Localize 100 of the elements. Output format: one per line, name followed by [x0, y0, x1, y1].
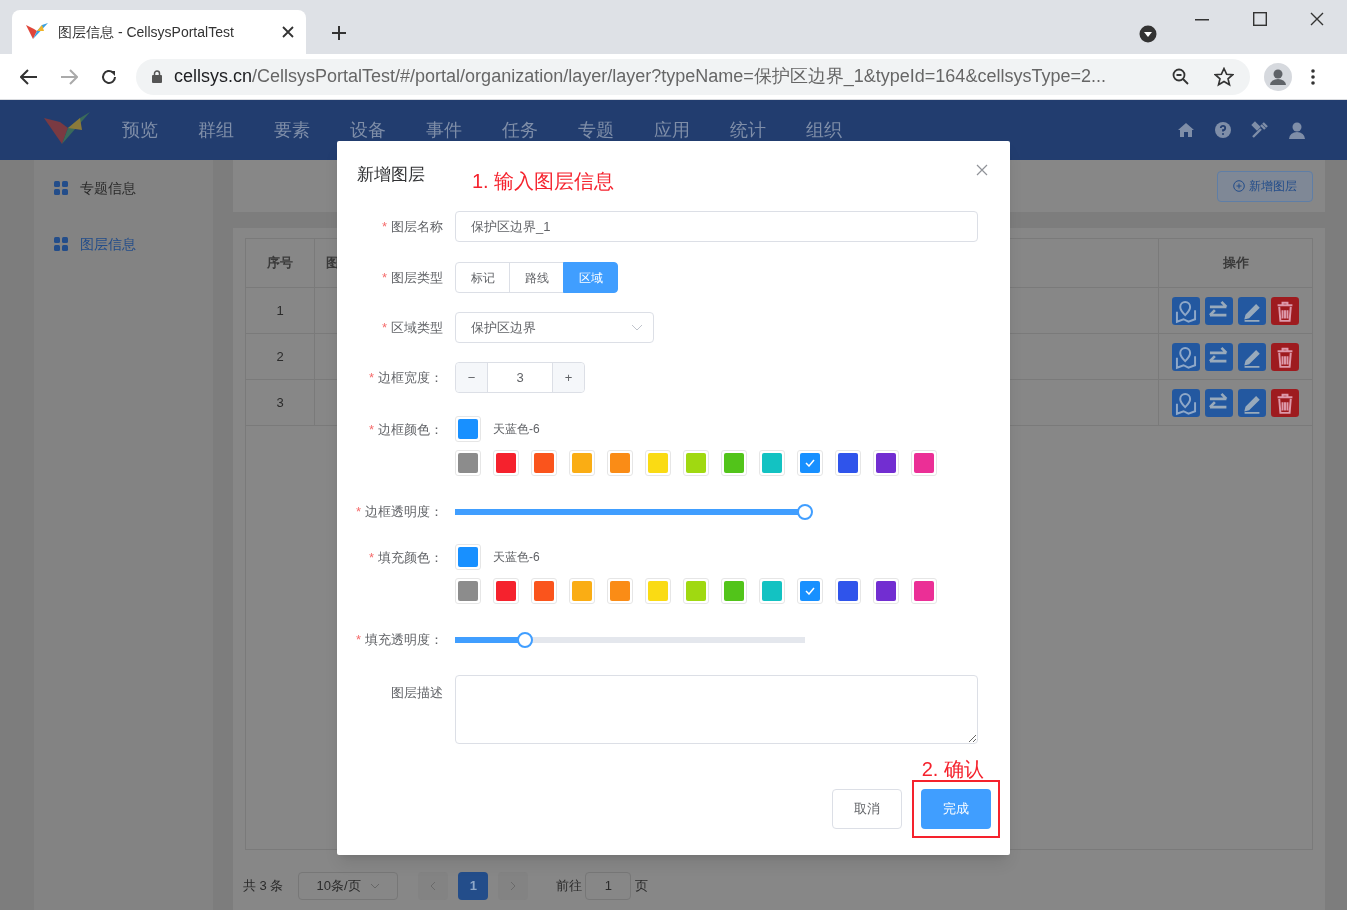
back-icon[interactable] [20, 68, 38, 85]
user-icon[interactable] [1289, 121, 1305, 139]
check-icon [805, 587, 815, 595]
address-bar[interactable]: cellsys.cn/CellsysPortalTest/#/portal/organization/layer/layer?typeName=保护区边界_1&typeId=164&cellsysType=2... [136, 58, 1250, 95]
color-swatch[interactable] [835, 450, 861, 476]
color-swatch[interactable] [607, 450, 633, 476]
nav-item[interactable]: 要素 [274, 116, 310, 144]
color-swatch[interactable] [721, 450, 747, 476]
map-pin-icon[interactable] [1172, 388, 1200, 417]
nav-item[interactable]: 应用 [654, 116, 690, 144]
type-option[interactable]: 路线 [509, 262, 564, 293]
reload-icon[interactable] [100, 67, 118, 86]
table-cell-text: 3 [276, 393, 284, 412]
name-field[interactable]: 保护区边界_1 [455, 211, 978, 242]
color-swatch[interactable] [569, 578, 595, 604]
forward-icon[interactable] [60, 68, 78, 85]
required-mark: * [381, 217, 387, 236]
required-mark: * [368, 549, 374, 567]
color-swatch[interactable] [911, 450, 937, 476]
swap-icon[interactable] [1205, 342, 1233, 371]
map-pin-icon[interactable] [1172, 296, 1200, 325]
grid-icon [54, 181, 68, 195]
maximize-icon[interactable] [1253, 12, 1267, 26]
nav-item[interactable]: 预览 [122, 116, 158, 144]
annotation-text: 1. 输入图层信息 [472, 169, 615, 194]
color-swatch[interactable] [455, 450, 481, 476]
color-swatch[interactable] [531, 578, 557, 604]
tab-title: 图层信息 - CellsysPortalTest [58, 22, 235, 42]
color-swatch[interactable] [835, 578, 861, 604]
nav-item[interactable]: 设备 [350, 116, 386, 144]
color-swatch[interactable] [797, 578, 823, 604]
slider-thumb[interactable] [797, 504, 813, 520]
color-swatch[interactable] [607, 578, 633, 604]
trash-icon[interactable] [1271, 388, 1299, 417]
color-swatch[interactable] [683, 450, 709, 476]
minimize-icon[interactable] [1195, 19, 1209, 21]
column-header: 序号 [246, 239, 315, 287]
nav-item[interactable]: 事件 [426, 116, 462, 144]
close-icon[interactable] [1310, 12, 1324, 26]
sidebar-item[interactable]: 专题信息 [34, 178, 213, 198]
trash-icon[interactable] [1271, 296, 1299, 325]
form-label: 边框透明度： [365, 503, 443, 522]
menu-icon[interactable] [1311, 68, 1315, 85]
color-swatch[interactable] [683, 578, 709, 604]
color-swatch[interactable] [721, 578, 747, 604]
nav-item[interactable]: 组织 [806, 116, 842, 144]
color-swatch[interactable] [531, 450, 557, 476]
color-name: 天蓝色-6 [493, 421, 540, 438]
nav-item[interactable]: 统计 [730, 116, 766, 144]
form-label: 图层描述 [391, 684, 443, 702]
color-swatch[interactable] [455, 578, 481, 604]
swap-icon[interactable] [1205, 296, 1233, 325]
browser-tab[interactable]: 图层信息 - CellsysPortalTest [12, 10, 306, 54]
home-icon[interactable] [1177, 122, 1195, 138]
swap-icon[interactable] [1205, 388, 1233, 417]
trash-icon[interactable] [1271, 342, 1299, 371]
table-cell-text: 2 [276, 347, 284, 366]
nav-item[interactable]: 任务 [502, 116, 538, 144]
zoom-icon[interactable] [1172, 67, 1190, 86]
form-label: 图层名称 [391, 217, 443, 236]
pencil-icon[interactable] [1238, 296, 1266, 325]
pencil-icon[interactable] [1238, 388, 1266, 417]
current-color[interactable] [455, 544, 481, 570]
page-button[interactable]: 1 [458, 872, 489, 900]
color-swatch[interactable] [493, 450, 519, 476]
profile-icon[interactable] [1264, 62, 1292, 91]
description-field[interactable] [455, 675, 978, 744]
color-swatch[interactable] [911, 578, 937, 604]
page-size-select[interactable]: 10条/页 [298, 872, 399, 900]
close-icon[interactable] [282, 26, 294, 38]
add-layer-button[interactable]: 新增图层 [1217, 170, 1313, 202]
pencil-icon[interactable] [1238, 342, 1266, 371]
help-icon[interactable] [1215, 122, 1231, 138]
nav-item[interactable]: 群组 [198, 116, 234, 144]
new-tab-icon[interactable] [331, 25, 347, 41]
cancel-button[interactable]: 取消 [832, 789, 902, 829]
map-pin-icon[interactable] [1172, 342, 1200, 371]
type-option[interactable]: 区域 [563, 262, 618, 293]
current-color[interactable] [455, 416, 481, 442]
nav-item[interactable]: 专题 [578, 116, 614, 144]
color-swatch[interactable] [797, 450, 823, 476]
type-option[interactable]: 标记 [455, 262, 510, 293]
required-mark: * [355, 503, 361, 522]
slider-thumb[interactable] [517, 632, 533, 648]
dropdown-icon[interactable] [1139, 25, 1157, 43]
color-swatch[interactable] [759, 450, 785, 476]
sidebar-item[interactable]: 图层信息 [34, 234, 213, 254]
region-type-select[interactable]: 保护区边界 [455, 312, 654, 343]
color-swatch[interactable] [493, 578, 519, 604]
url-text: cellsys.cn/CellsysPortalTest/#/portal/organization/layer/layer?typeName=保护区边界_1&typeId=164&cellsysType=2... [174, 65, 1107, 89]
confirm-button[interactable]: 完成 [921, 789, 991, 829]
color-swatch[interactable] [759, 578, 785, 604]
tools-icon[interactable] [1251, 121, 1269, 139]
color-swatch[interactable] [873, 578, 899, 604]
goto-page-field[interactable]: 1 [585, 872, 632, 900]
color-swatch[interactable] [645, 578, 671, 604]
color-swatch[interactable] [873, 450, 899, 476]
color-swatch[interactable] [645, 450, 671, 476]
color-swatch[interactable] [569, 450, 595, 476]
star-icon[interactable] [1214, 66, 1234, 87]
